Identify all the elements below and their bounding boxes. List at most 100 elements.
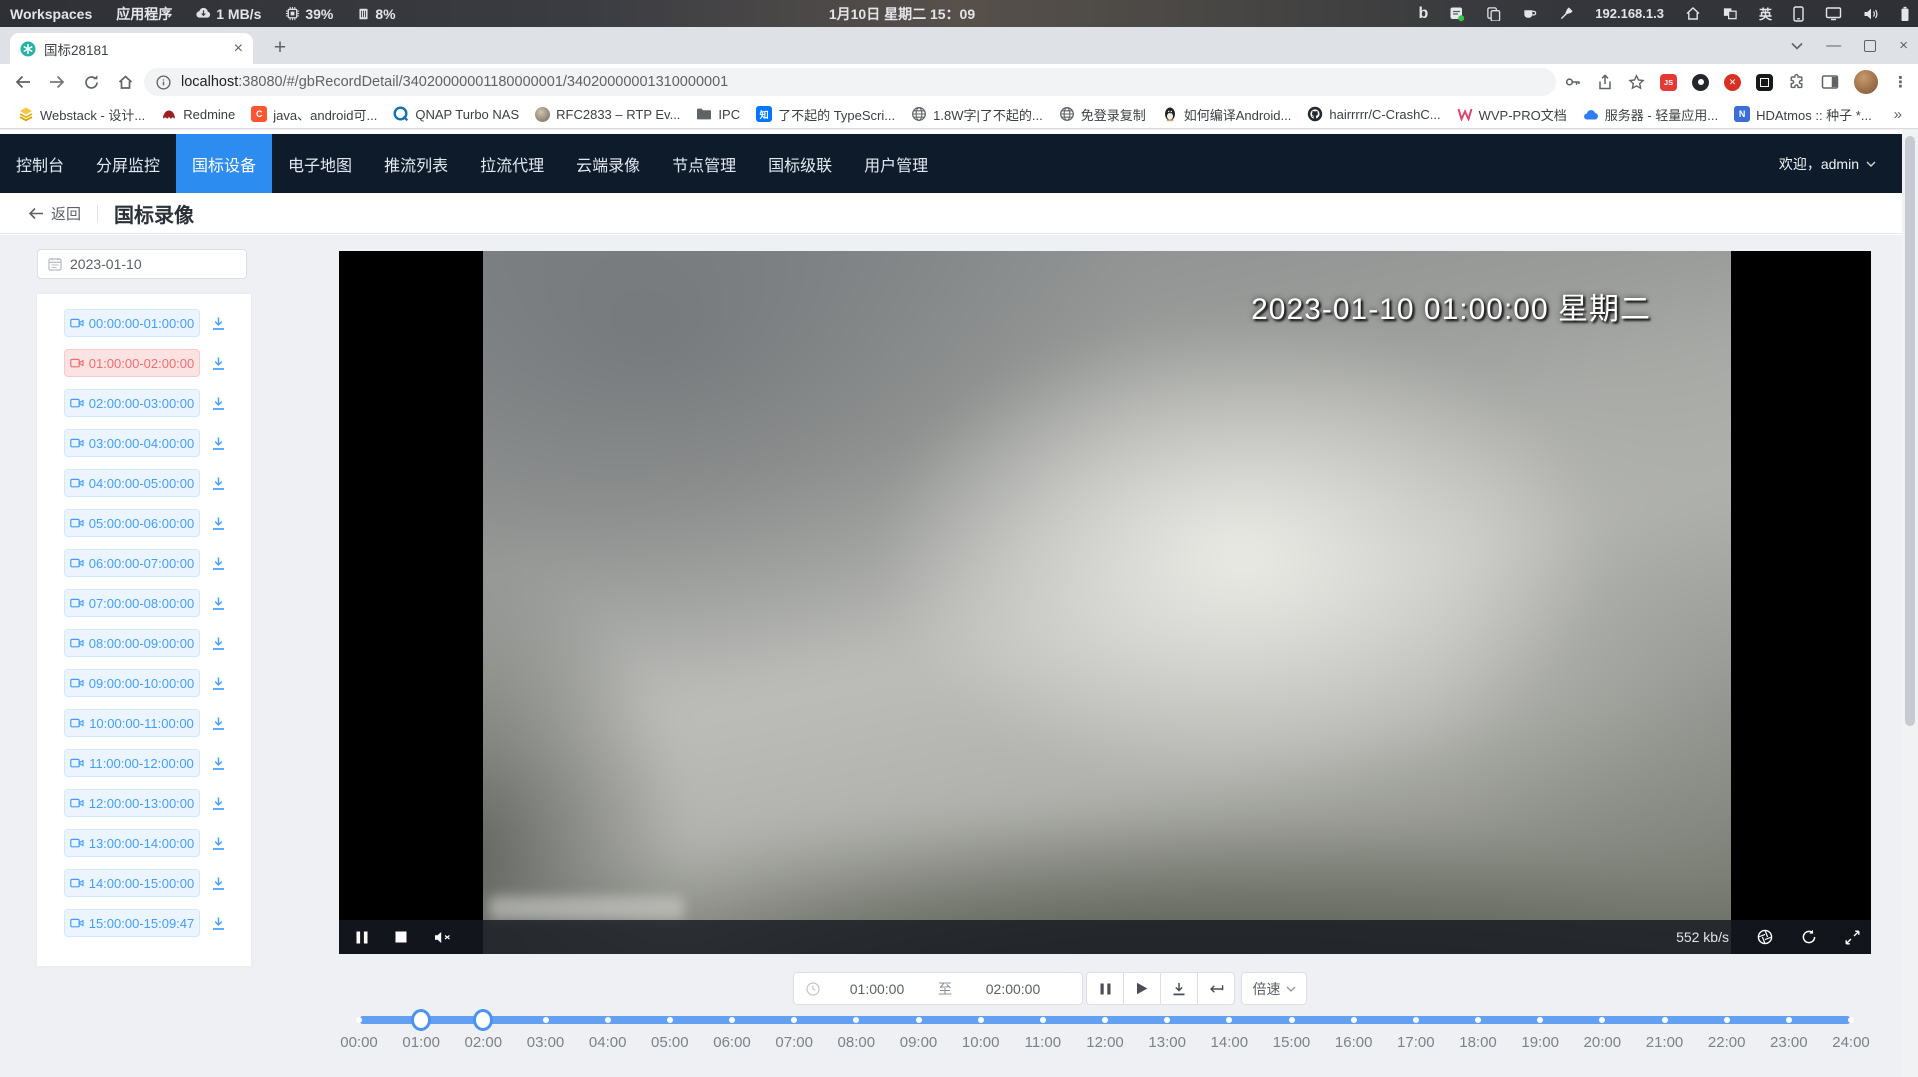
player-pause-icon[interactable] [356,931,368,944]
segment-time-button[interactable]: 04:00:00-05:00:00 [64,469,200,497]
time-range-picker[interactable]: 01:00:00 至 02:00:00 [793,972,1083,1005]
bookmark-item[interactable]: WVP-PRO文档 [1449,102,1575,126]
new-tab-button[interactable]: + [266,34,294,62]
timeline-track[interactable] [359,1016,1851,1024]
segment-download-button[interactable] [207,632,229,654]
js-extension-icon[interactable]: JS [1660,74,1677,91]
segment-time-button[interactable]: 12:00:00-13:00:00 [64,789,200,817]
fullscreen-icon[interactable] [1845,930,1860,945]
bookmark-item[interactable]: hairrrrr/C-CrashC... [1299,102,1448,126]
segment-time-button[interactable]: 13:00:00-14:00:00 [64,829,200,857]
segment-time-button[interactable]: 10:00:00-11:00:00 [64,709,200,737]
memory-usage-indicator[interactable]: 8% [357,6,395,22]
nav-item-控制台[interactable]: 控制台 [0,134,80,193]
display-tray-icon[interactable] [1825,6,1842,21]
bookmarks-overflow-button[interactable]: » [1894,106,1918,123]
nav-item-用户管理[interactable]: 用户管理 [848,134,944,193]
extensions-puzzle-icon[interactable] [1788,73,1806,91]
bookmark-item[interactable]: 免登录复制 [1051,102,1154,126]
back-link[interactable]: 返回 [28,203,81,224]
segment-time-button[interactable]: 09:00:00-10:00:00 [64,669,200,697]
nav-item-国标设备[interactable]: 国标设备 [176,134,272,193]
dark-extension-icon[interactable] [1756,74,1773,91]
segment-download-button[interactable] [207,792,229,814]
segment-download-button[interactable] [207,712,229,734]
bookmark-item[interactable]: 知了不起的 TypeScri... [748,102,903,126]
side-panel-icon[interactable] [1821,74,1839,90]
segment-download-button[interactable] [207,872,229,894]
input-method-indicator[interactable]: 英 [1759,4,1772,23]
network-speed-indicator[interactable]: 1 MB/s [196,6,261,22]
coffee-tray-icon[interactable] [1522,6,1538,21]
segment-download-button[interactable] [207,752,229,774]
back-button[interactable] [6,74,40,90]
start-time-input[interactable]: 01:00:00 [820,981,934,997]
bookmark-item[interactable]: QNAP Turbo NAS [385,102,527,126]
nav-item-节点管理[interactable]: 节点管理 [656,134,752,193]
segment-download-button[interactable] [207,392,229,414]
segment-time-button[interactable]: 00:00:00-01:00:00 [64,309,200,337]
clipboard-tray-icon[interactable] [1486,6,1501,21]
nav-item-分屏监控[interactable]: 分屏监控 [80,134,176,193]
player-stop-icon[interactable] [395,931,407,943]
window-restore-button[interactable] [1864,40,1876,52]
bookmark-item[interactable]: RFC2833 – RTP Ev... [527,102,688,126]
segment-download-button[interactable] [207,472,229,494]
reload-button[interactable] [74,74,108,91]
clock-indicator[interactable]: 1月10日 星期二 15：09 [829,0,975,27]
segment-time-button[interactable]: 01:00:00-02:00:00 [64,349,200,377]
segment-download-button[interactable] [207,592,229,614]
color-picker-tray-icon[interactable] [1559,6,1574,21]
segment-time-button[interactable]: 05:00:00-06:00:00 [64,509,200,537]
share-icon[interactable] [1597,74,1613,91]
segment-time-button[interactable]: 11:00:00-12:00:00 [64,749,200,777]
segment-time-button[interactable]: 14:00:00-15:00:00 [64,869,200,897]
segment-download-button[interactable] [207,832,229,854]
segment-time-button[interactable]: 06:00:00-07:00:00 [64,549,200,577]
bookmark-item[interactable]: NHDAtmos :: 种子 *... [1726,102,1880,126]
seek-back-button[interactable] [1197,972,1235,1005]
tab-search-chevron-icon[interactable] [1791,42,1803,50]
ball-extension-icon[interactable] [1692,74,1709,91]
timeline-handle[interactable] [411,1009,431,1031]
segment-time-button[interactable]: 07:00:00-08:00:00 [64,589,200,617]
segment-time-button[interactable]: 08:00:00-09:00:00 [64,629,200,657]
player-mute-icon[interactable] [434,931,451,944]
browser-tab[interactable]: 国标28181 × [10,33,253,64]
end-time-input[interactable]: 02:00:00 [956,981,1070,997]
segment-time-button[interactable]: 02:00:00-03:00:00 [64,389,200,417]
scrollbar-thumb[interactable] [1905,136,1915,726]
date-picker-input[interactable]: 2023-01-10 [37,249,247,279]
bookmark-item[interactable]: IPC [688,102,748,126]
applications-button[interactable]: 应用程序 [116,4,172,24]
pause-button[interactable] [1086,972,1124,1005]
address-bar[interactable]: localhost:38080/#/gbRecordDetail/3402000… [144,68,1556,96]
nav-item-电子地图[interactable]: 电子地图 [272,134,368,193]
segment-download-button[interactable] [207,352,229,374]
bookmark-item[interactable]: Cjava、android可... [243,102,385,126]
video-surface[interactable]: 2023-01-10 01:00:00 星期二 [483,251,1731,954]
profile-avatar[interactable] [1854,70,1878,94]
timeline-handle[interactable] [473,1009,493,1031]
snapshot-aperture-icon[interactable] [1757,929,1773,945]
bookmark-item[interactable]: 1.8W字|了不起的... [903,102,1051,126]
home-button[interactable] [108,74,142,91]
nav-item-国标级联[interactable]: 国标级联 [752,134,848,193]
nav-item-推流列表[interactable]: 推流列表 [368,134,464,193]
blocker-extension-icon[interactable]: ✕ [1724,74,1741,91]
tab-close-icon[interactable]: × [234,41,243,57]
phone-link-tray-icon[interactable] [1793,6,1804,22]
refresh-icon[interactable] [1801,929,1817,945]
user-menu[interactable]: 欢迎，admin [1779,154,1902,174]
browser-menu-kebab-icon[interactable]: ⋮ [1893,73,1908,91]
cpu-usage-indicator[interactable]: 39% [285,6,333,22]
page-scrollbar[interactable] [1902,130,1918,1077]
bookmark-item[interactable]: Webstack - 设计... [10,102,153,126]
volume-tray-icon[interactable] [1863,7,1879,21]
segment-download-button[interactable] [207,552,229,574]
site-info-icon[interactable] [156,75,171,90]
nav-item-云端录像[interactable]: 云端录像 [560,134,656,193]
battery-tray-icon[interactable] [1900,6,1910,22]
app-notification-tray-icon[interactable] [1449,6,1465,22]
ip-address-indicator[interactable]: 192.168.1.3 [1595,6,1664,21]
